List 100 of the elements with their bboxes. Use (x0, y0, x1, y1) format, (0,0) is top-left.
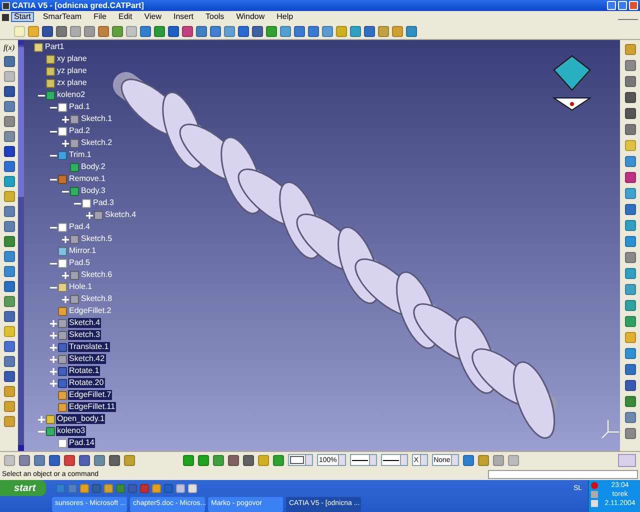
tool-icon[interactable] (624, 428, 636, 439)
tool-icon[interactable] (624, 380, 636, 391)
tree-item[interactable]: Open_body.1 (56, 414, 106, 424)
tool-icon[interactable] (4, 161, 14, 172)
tree-item[interactable]: Sketch.5 (80, 234, 114, 244)
tree-item[interactable]: koleno3 (56, 426, 86, 436)
menu-item[interactable]: Tools (202, 12, 228, 22)
tool-icon[interactable] (182, 26, 193, 36)
tool-icon[interactable] (196, 26, 207, 36)
tool-icon[interactable] (463, 454, 474, 466)
tree-item[interactable]: Remove.1 (68, 174, 106, 184)
property-dropdown[interactable] (288, 454, 313, 466)
tool-icon[interactable] (4, 101, 14, 112)
tree-item[interactable]: EdgeFillet.7 (68, 390, 112, 400)
tool-icon[interactable] (228, 454, 239, 466)
tree-item[interactable]: Mirror.1 (68, 246, 98, 256)
tree-item[interactable]: Pad.2 (68, 126, 91, 136)
tool-icon[interactable] (4, 356, 14, 367)
tool-icon[interactable] (624, 124, 636, 135)
menu-item[interactable]: Edit (115, 12, 136, 22)
tool-icon[interactable] (140, 26, 151, 36)
property-dropdown[interactable] (380, 454, 408, 466)
tool-icon[interactable] (34, 454, 45, 466)
menu-item[interactable]: File (90, 12, 110, 22)
tool-icon[interactable] (4, 131, 14, 142)
tree-item[interactable]: Trim.1 (68, 150, 92, 160)
tool-icon[interactable] (64, 454, 75, 466)
expand-icon[interactable] (50, 332, 57, 338)
tree-item[interactable]: koleno2 (56, 90, 86, 100)
tool-icon[interactable] (624, 412, 636, 423)
tool-icon[interactable] (624, 364, 636, 375)
tree-item[interactable]: Sketch.42 (68, 354, 106, 364)
tree-item[interactable]: zx plane (56, 78, 88, 88)
tool-icon[interactable] (624, 396, 636, 407)
expand-icon[interactable] (86, 212, 93, 218)
tree-item[interactable]: Sketch.6 (80, 270, 114, 280)
expand-icon[interactable] (50, 380, 57, 386)
3d-viewport[interactable] (24, 40, 620, 451)
tree-item[interactable]: Sketch.4 (104, 210, 138, 220)
tree-item[interactable]: EdgeFillet.11 (68, 402, 116, 412)
tree-item[interactable]: yz plane (56, 66, 88, 76)
tree-item[interactable]: Sketch.4 (68, 318, 102, 328)
tree-item[interactable]: Pad.4 (68, 222, 91, 232)
tool-icon[interactable] (624, 316, 636, 327)
tool-icon[interactable] (4, 236, 14, 247)
close-button[interactable] (629, 1, 638, 10)
tree-item[interactable]: Sketch.2 (80, 138, 114, 148)
tree-item[interactable]: Pad.5 (68, 258, 91, 268)
tool-icon[interactable] (322, 26, 333, 36)
menu-item[interactable]: Insert (170, 12, 196, 22)
expand-icon[interactable] (62, 296, 69, 302)
tool-icon[interactable] (154, 26, 165, 36)
tool-icon[interactable] (4, 281, 14, 292)
tool-icon[interactable] (294, 26, 305, 36)
property-dropdown[interactable] (350, 454, 377, 466)
tool-icon[interactable] (624, 60, 636, 71)
restore-button[interactable] (618, 1, 627, 10)
tree-item[interactable]: Translate.1 (68, 342, 110, 352)
tree-item[interactable]: Body.2 (80, 162, 106, 172)
tool-icon[interactable] (4, 251, 14, 262)
expand-icon[interactable] (62, 236, 69, 242)
tool-icon[interactable] (4, 146, 14, 157)
tool-icon[interactable] (624, 108, 636, 119)
tool-icon[interactable] (4, 221, 14, 232)
tool-icon[interactable] (624, 76, 636, 87)
tool-icon[interactable] (4, 311, 14, 322)
expand-icon[interactable] (62, 140, 69, 146)
tool-icon[interactable] (4, 56, 14, 67)
tool-icon[interactable] (42, 26, 53, 36)
tool-icon[interactable] (243, 454, 254, 466)
expand-icon[interactable] (62, 116, 69, 122)
tool-icon[interactable] (49, 454, 60, 466)
menu-item[interactable]: SmarTeam (40, 12, 85, 22)
tool-icon[interactable] (198, 454, 209, 466)
menu-item[interactable]: Help (274, 12, 296, 22)
tool-icon[interactable] (112, 26, 123, 36)
menu-item[interactable]: Window (233, 12, 268, 22)
command-input-field[interactable] (488, 470, 638, 478)
tool-icon[interactable] (273, 454, 284, 466)
tree-item[interactable]: Sketch.8 (80, 294, 114, 304)
tool-icon[interactable] (94, 454, 105, 466)
tree-item[interactable]: Body.3 (80, 186, 106, 196)
tool-icon[interactable] (266, 26, 277, 36)
tool-icon[interactable] (624, 204, 636, 215)
tool-icon[interactable] (406, 26, 417, 36)
expand-icon[interactable] (50, 356, 57, 362)
tool-icon[interactable] (624, 300, 636, 311)
tree-item[interactable]: Pad.14 (68, 438, 96, 448)
tree-item[interactable]: Hole.1 (68, 282, 94, 292)
tool-icon[interactable] (624, 236, 636, 247)
tool-icon[interactable] (4, 371, 14, 382)
tree-item[interactable]: Rotate.1 (68, 366, 100, 376)
tool-icon[interactable] (213, 454, 224, 466)
tool-icon[interactable] (238, 26, 249, 36)
tree-item[interactable]: Sketch.3 (68, 330, 102, 340)
tool-icon[interactable] (624, 172, 636, 183)
tool-icon[interactable] (4, 116, 14, 127)
tool-icon[interactable] (4, 86, 14, 97)
tool-icon[interactable] (4, 296, 14, 307)
menu-item[interactable]: View (141, 12, 164, 22)
